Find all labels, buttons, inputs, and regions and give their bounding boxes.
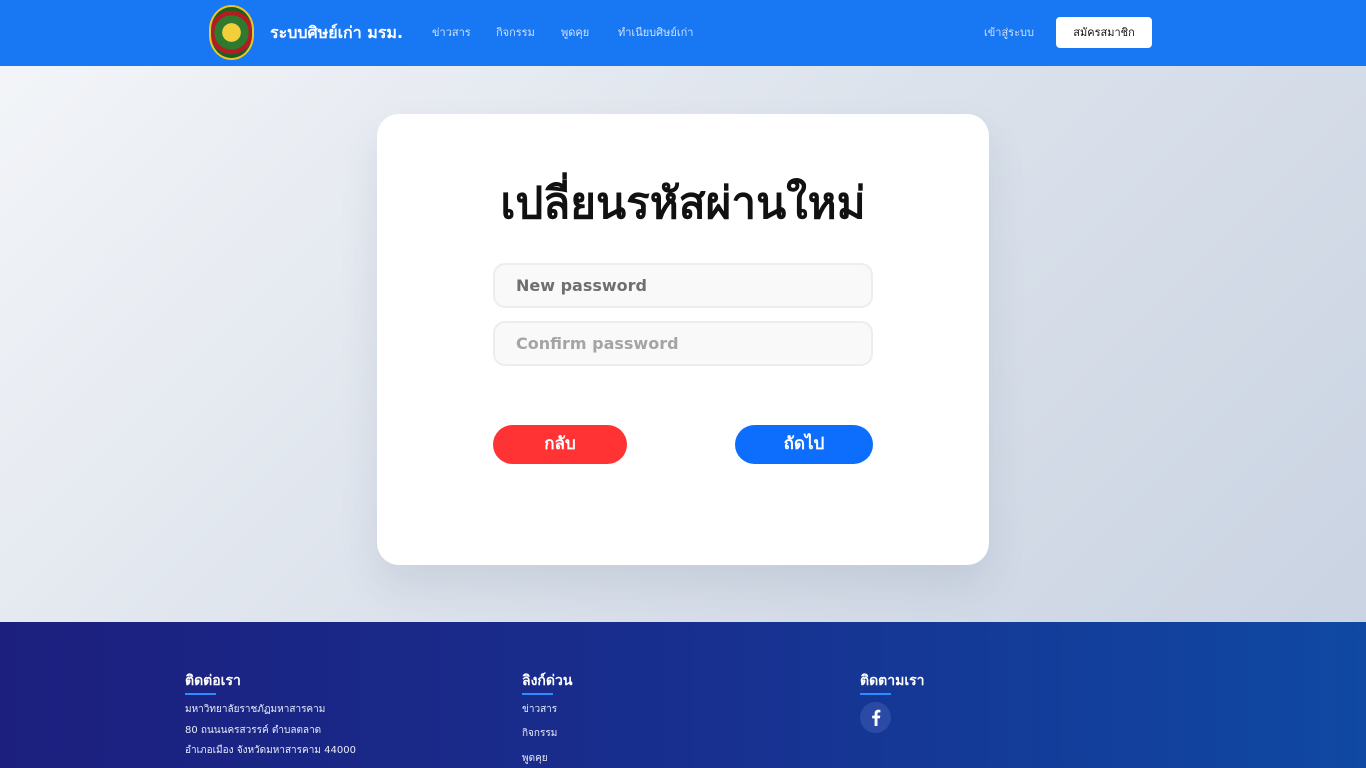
nav-link-news[interactable]: ข่าวสาร xyxy=(432,22,471,44)
footer-contact-line: อำเภอเมือง จังหวัดมหาสารคาม 44000 xyxy=(185,745,356,756)
new-password-input[interactable] xyxy=(493,263,873,308)
nav-link-alumni-directory[interactable]: ทำเนียบศิษย์เก่า xyxy=(618,22,693,44)
university-logo-icon[interactable] xyxy=(209,5,254,60)
footer-link-activities[interactable]: กิจกรรม xyxy=(522,727,557,741)
footer-follow-underline xyxy=(860,693,891,695)
nav-link-activities[interactable]: กิจกรรม xyxy=(496,22,535,44)
footer-contact-heading: ติดต่อเรา xyxy=(185,673,241,689)
login-link[interactable]: เข้าสู่ระบบ xyxy=(984,22,1034,44)
nav-link-discussion[interactable]: พูดคุย xyxy=(561,22,589,44)
facebook-glyph-icon xyxy=(872,709,881,726)
brand-title[interactable]: ระบบศิษย์เก่า มรม. xyxy=(270,20,403,46)
footer-contact-line: มหาวิทยาลัยราชภัฏมหาสารคาม xyxy=(185,704,326,715)
footer-link-news[interactable]: ข่าวสาร xyxy=(522,703,557,717)
footer-quicklinks-underline xyxy=(522,693,553,695)
back-button[interactable]: กลับ xyxy=(493,425,627,464)
change-password-card: เปลี่ยนรหัสผ่านใหม่ กลับ ถัดไป xyxy=(377,114,989,565)
facebook-icon[interactable] xyxy=(860,702,891,733)
confirm-password-input[interactable] xyxy=(493,321,873,366)
page-title: เปลี่ยนรหัสผ่านใหม่ xyxy=(500,178,866,229)
register-button[interactable]: สมัครสมาชิก xyxy=(1056,17,1152,48)
footer-quicklinks-heading: ลิงก์ด่วน xyxy=(522,673,573,689)
footer-link-discussion[interactable]: พูดคุย xyxy=(522,752,548,766)
navbar: ระบบศิษย์เก่า มรม. ข่าวสาร กิจกรรม พูดคุ… xyxy=(0,0,1366,66)
next-button[interactable]: ถัดไป xyxy=(735,425,873,464)
footer-contact-line: 80 ถนนนครสวรรค์ ตำบลตลาด xyxy=(185,725,322,736)
footer-contact-underline xyxy=(185,693,216,695)
footer-follow-heading: ติดตามเรา xyxy=(860,673,925,689)
